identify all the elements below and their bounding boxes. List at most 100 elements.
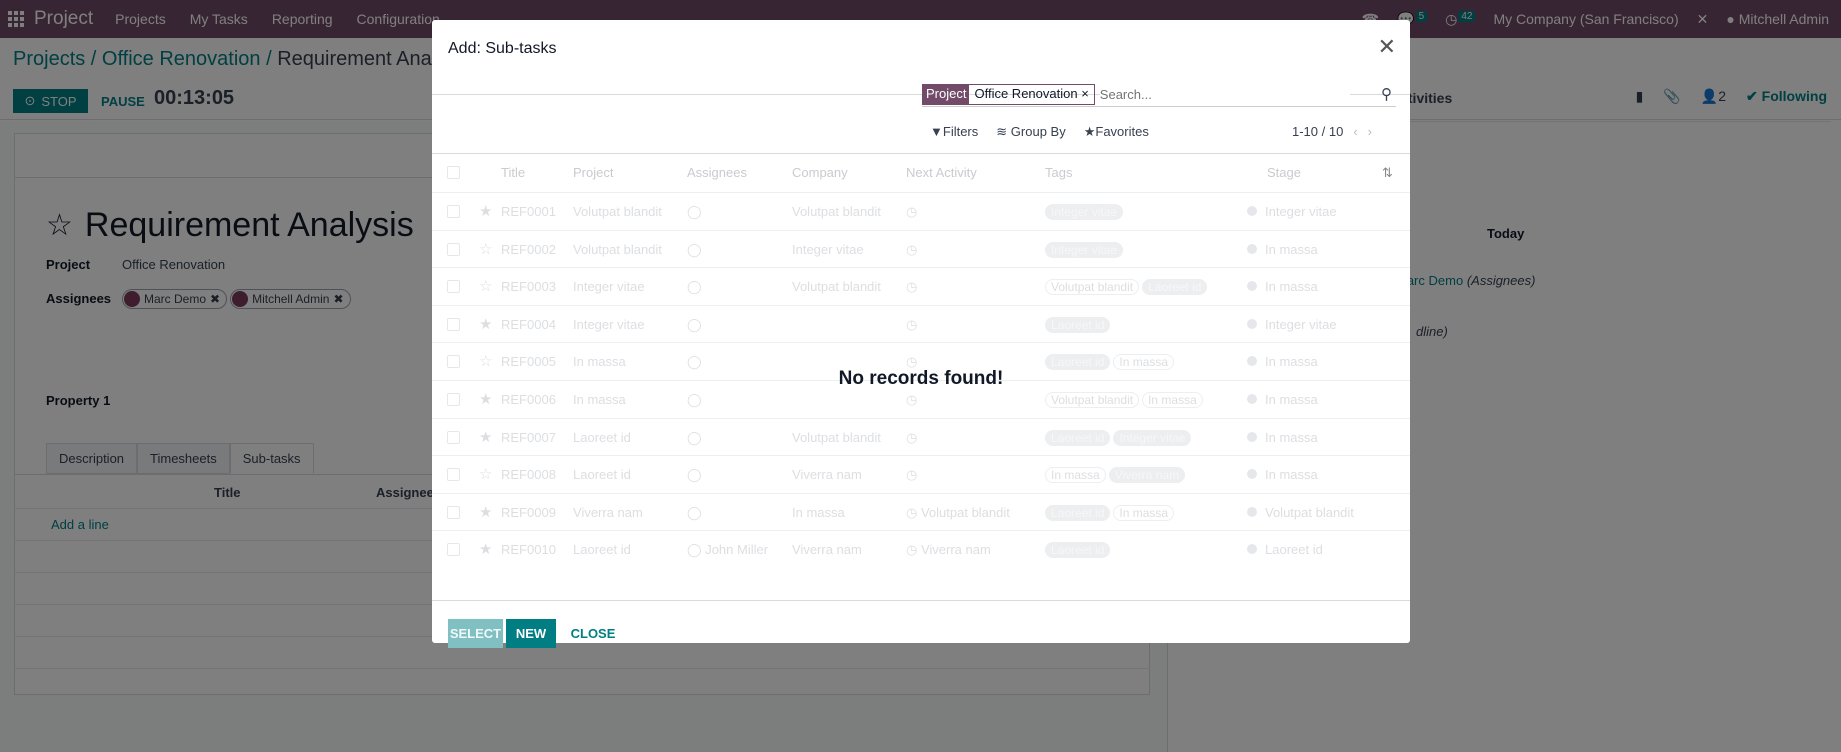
tag-pill: Viverra nam: [1108, 467, 1186, 484]
row-checkbox[interactable]: [447, 205, 460, 218]
facet-key: Project: [923, 85, 970, 104]
close-button[interactable]: CLOSE: [571, 619, 616, 648]
table-header: Title Project Assignees Company Next Act…: [432, 154, 1410, 192]
table-row[interactable]: ★ REF0009 Viverra nam ◯ In massa ◷ Volut…: [432, 492, 1410, 531]
search-bar: ProjectOffice Renovation × ⚲: [922, 83, 1396, 107]
select-all-checkbox[interactable]: [447, 166, 460, 179]
company-cell: Volutpat blandit: [792, 429, 881, 445]
project-cell: Viverra nam: [573, 504, 643, 520]
assignees-cell: ◯ John Miller: [687, 542, 768, 558]
stage-cell: In massa: [1247, 279, 1318, 294]
row-checkbox[interactable]: [447, 430, 460, 444]
assignees-cell: ◯: [687, 317, 702, 333]
row-checkbox[interactable]: [447, 280, 460, 294]
tag-pill: In massa: [1142, 392, 1203, 408]
table-row[interactable]: ☆ REF0003 Integer vitae ◯ Volutpat bland…: [432, 267, 1410, 305]
new-button[interactable]: NEW: [506, 619, 556, 648]
activity-cell: ◷: [906, 392, 917, 408]
row-checkbox[interactable]: [447, 468, 460, 482]
tag-pill: Laoreet id: [1045, 316, 1111, 333]
activity-cell: ◷: [906, 467, 917, 483]
remove-facet-icon[interactable]: ×: [1081, 86, 1089, 101]
clock-icon: ◷: [906, 542, 918, 558]
filter-icon: ▼: [930, 124, 943, 139]
table-row[interactable]: ★ REF0001 Volutpat blandit ◯ Volutpat bl…: [432, 192, 1410, 230]
ref-cell: REF0008: [501, 467, 556, 483]
table-row[interactable]: ★ REF0010 Laoreet id ◯ John Miller Viver…: [432, 530, 1410, 568]
avatar-icon: ◯: [687, 241, 702, 257]
avatar-icon: ◯: [687, 316, 702, 332]
company-cell: Volutpat blandit: [792, 204, 881, 219]
project-cell: Volutpat blandit: [573, 204, 662, 219]
activity-cell: ◷: [906, 204, 917, 220]
table-row[interactable]: ★ REF0007 Laoreet id ◯ Volutpat blandit …: [432, 417, 1410, 456]
ref-cell: REF0007: [501, 429, 556, 445]
priority-star-icon[interactable]: ★: [479, 428, 492, 446]
pager-prev-icon[interactable]: ‹: [1353, 124, 1357, 139]
activity-text: Volutpat blandit: [920, 504, 1010, 520]
status-dot: [1247, 431, 1257, 442]
col-company[interactable]: Company: [792, 165, 848, 180]
project-cell: Laoreet id: [573, 542, 631, 558]
activity-cell: ◷: [906, 317, 917, 333]
row-checkbox[interactable]: [447, 543, 460, 557]
clock-icon: ◷: [906, 204, 918, 219]
company-cell: In massa: [792, 504, 845, 520]
priority-star-icon[interactable]: ☆: [479, 240, 492, 258]
company-cell: Viverra nam: [792, 542, 862, 558]
assignees-cell: ◯: [687, 279, 702, 295]
activity-cell: ◷: [906, 279, 917, 295]
stage-cell: Volutpat blandit: [1247, 505, 1354, 520]
status-dot: [1247, 318, 1257, 329]
priority-star-icon[interactable]: ★: [479, 503, 492, 521]
company-cell: Viverra nam: [792, 467, 862, 483]
priority-star-icon[interactable]: ☆: [479, 277, 492, 295]
table-row[interactable]: ★ REF0004 Integer vitae ◯ ◷ Laoreet id I…: [432, 304, 1410, 343]
filters-button[interactable]: ▼Filters: [930, 124, 978, 140]
col-next-activity[interactable]: Next Activity: [906, 165, 977, 180]
company-cell: Volutpat blandit: [792, 279, 881, 295]
avatar-icon: ◯: [687, 392, 702, 407]
pager-value[interactable]: 1-10 / 10: [1292, 124, 1343, 139]
tag-pill: Integer vitae: [1045, 241, 1124, 258]
col-tags[interactable]: Tags: [1045, 165, 1072, 180]
group-by-button[interactable]: ≋ Group By: [996, 124, 1065, 140]
priority-star-icon[interactable]: ★: [479, 540, 492, 558]
star-icon: ★: [1083, 124, 1096, 139]
row-checkbox[interactable]: [447, 317, 460, 331]
tag-pill: Volutpat blandit: [1045, 279, 1140, 296]
search-icon[interactable]: ⚲: [1381, 85, 1392, 103]
col-title[interactable]: Title: [501, 165, 525, 180]
search-input[interactable]: [1099, 87, 1350, 102]
row-checkbox[interactable]: [447, 355, 460, 369]
activity-text: Viverra nam: [920, 542, 991, 558]
close-icon[interactable]: ✕: [1378, 34, 1396, 60]
stage-cell: Integer vitae: [1247, 317, 1337, 332]
col-stage[interactable]: Stage: [1267, 165, 1301, 180]
tags-cell: Volutpat blandit Laoreet id: [1045, 279, 1210, 296]
project-cell: Laoreet id: [573, 429, 631, 445]
ref-cell: REF0003: [501, 279, 556, 295]
favorites-button[interactable]: ★Favorites: [1084, 124, 1149, 140]
facet-value: Office Renovation ×: [969, 85, 1093, 104]
ref-cell: REF0006: [501, 392, 556, 407]
avatar-icon: ◯: [687, 542, 702, 558]
col-assignees[interactable]: Assignees: [687, 165, 747, 180]
row-checkbox[interactable]: [447, 242, 460, 256]
row-checkbox[interactable]: [447, 505, 460, 519]
status-dot: [1247, 394, 1257, 404]
select-button[interactable]: SELECT: [448, 619, 503, 648]
priority-star-icon[interactable]: ☆: [479, 465, 492, 483]
priority-star-icon[interactable]: ★: [479, 390, 492, 408]
column-settings-icon[interactable]: ⇅: [1382, 165, 1393, 181]
assignees-cell: ◯: [687, 204, 702, 220]
table-row[interactable]: ☆ REF0008 Laoreet id ◯ Viverra nam ◷ In …: [432, 455, 1410, 493]
table-row[interactable]: ☆ REF0002 Volutpat blandit ◯ Integer vit…: [432, 229, 1410, 268]
priority-star-icon[interactable]: ★: [479, 315, 492, 333]
project-cell: Volutpat blandit: [573, 241, 662, 257]
pager-next-icon[interactable]: ›: [1368, 124, 1372, 139]
col-project[interactable]: Project: [573, 165, 613, 180]
row-checkbox[interactable]: [447, 393, 460, 406]
status-dot: [1247, 469, 1257, 480]
priority-star-icon[interactable]: ★: [479, 202, 492, 220]
